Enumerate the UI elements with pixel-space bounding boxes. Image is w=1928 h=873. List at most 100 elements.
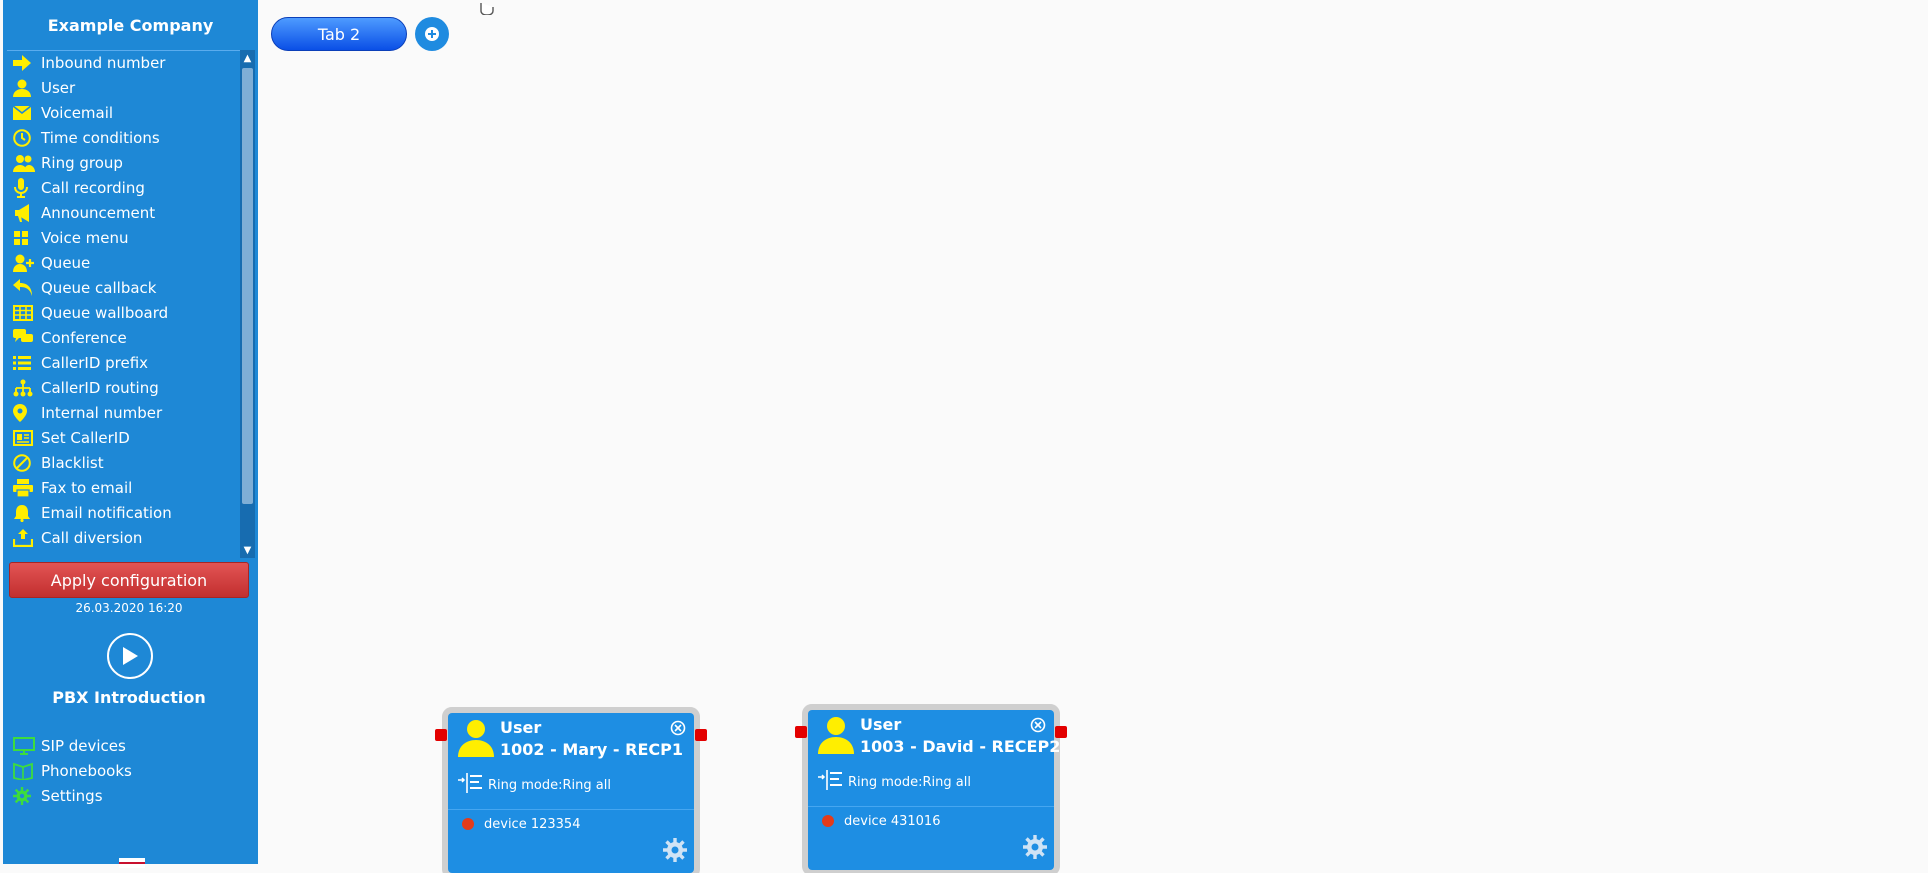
menu-item-email-notification[interactable]: Email notification	[3, 500, 255, 525]
input-port[interactable]	[435, 729, 447, 741]
menu-item-ring-group[interactable]: Ring group	[3, 150, 255, 175]
device-status-dot	[462, 818, 474, 830]
menu-item-blacklist[interactable]: Blacklist	[3, 450, 255, 475]
company-name: Example Company	[47, 15, 214, 35]
menu-item-label: Set CallerID	[41, 428, 130, 447]
arrow-right-icon	[13, 54, 41, 71]
menu-item-call-recording[interactable]: Call recording	[3, 175, 255, 200]
menu-item-label: Time conditions	[41, 128, 160, 147]
menu-item-label: Conference	[41, 328, 127, 347]
output-port[interactable]	[695, 729, 707, 741]
chevron-up-icon[interactable]: ▲	[240, 50, 255, 66]
reply-arrow-icon	[13, 278, 41, 297]
menu-item-settings[interactable]: Settings	[3, 783, 132, 808]
menu-item-label: Ring group	[41, 153, 123, 172]
device-row: device 431016	[808, 806, 1054, 835]
menu-item-sip-devices[interactable]: SIP devices	[3, 733, 132, 758]
menu-item-label: Internal number	[41, 403, 163, 422]
ring-mode-prefix: Ring mode:	[488, 777, 563, 793]
users-icon	[13, 154, 41, 172]
node-type: User	[860, 715, 902, 734]
menu-item-set-callerid[interactable]: Set CallerID	[3, 425, 255, 450]
language-flag-icon[interactable]	[119, 858, 145, 868]
close-icon[interactable]	[670, 720, 686, 740]
node-header: User 1002 - Mary - RECP1	[448, 713, 694, 761]
menu-item-label: CallerID prefix	[41, 353, 149, 372]
ban-icon	[13, 453, 41, 472]
menu-item-label: Fax to email	[41, 478, 133, 497]
node-name: 1003 - David - RECEP2	[860, 737, 1061, 756]
play-video-button[interactable]	[107, 633, 153, 679]
ring-mode-value: Ring all	[922, 774, 971, 790]
tab-2[interactable]: Tab 2	[271, 17, 407, 51]
envelope-icon	[13, 105, 41, 120]
menu-item-label: Queue	[41, 253, 91, 272]
menu-item-voice-menu[interactable]: Voice menu	[3, 225, 255, 250]
ring-mode-icon	[818, 770, 842, 794]
upload-tray-icon	[13, 528, 41, 547]
scrollbar-thumb[interactable]	[242, 68, 253, 504]
menu-scrollbar[interactable]: ▲ ▼	[240, 50, 255, 558]
user-node[interactable]: User 1003 - David - RECEP2 Ring mode: Ri…	[795, 710, 1067, 870]
menu-item-inbound-number[interactable]: Inbound number	[3, 50, 255, 75]
id-card-icon	[13, 429, 41, 446]
user-avatar-icon	[818, 716, 854, 758]
ring-mode-row: Ring mode: Ring all	[818, 770, 971, 794]
menu-item-announcement[interactable]: Announcement	[3, 200, 255, 225]
menu-item-label: User	[41, 78, 76, 97]
menu-item-fax-to-email[interactable]: Fax to email	[3, 475, 255, 500]
menu-item-conference[interactable]: Conference	[3, 325, 255, 350]
menu-item-user[interactable]: User	[3, 75, 255, 100]
input-port[interactable]	[795, 726, 807, 738]
sidebar: Example Company Inbound number User Voic…	[3, 0, 258, 868]
printer-icon	[13, 478, 41, 497]
add-tab-button[interactable]	[415, 17, 449, 51]
megaphone-icon	[13, 203, 41, 222]
gear-icon[interactable]	[1022, 834, 1048, 864]
menu-item-phonebooks[interactable]: Phonebooks	[3, 758, 132, 783]
list-icon	[13, 355, 41, 370]
menu-item-callerid-prefix[interactable]: CallerID prefix	[3, 350, 255, 375]
menu-item-callerid-routing[interactable]: CallerID routing	[3, 375, 255, 400]
menu-item-label: Email notification	[41, 503, 172, 522]
menu-item-label: SIP devices	[41, 736, 126, 755]
menu-item-queue-wallboard[interactable]: Queue wallboard	[3, 300, 255, 325]
menu-item-voicemail[interactable]: Voicemail	[3, 100, 255, 125]
microphone-icon	[13, 177, 41, 198]
menu-item-internal-number[interactable]: Internal number	[3, 400, 255, 425]
device-status-dot	[822, 815, 834, 827]
user-node[interactable]: User 1002 - Mary - RECP1 Ring mode: Ring…	[435, 713, 707, 873]
pbx-introduction-label: PBX Introduction	[52, 688, 206, 707]
gear-icon[interactable]	[662, 837, 688, 867]
device-label: device 123354	[484, 816, 581, 832]
node-type: User	[500, 718, 542, 737]
pointer-cursor-icon	[478, 0, 496, 19]
gear-icon	[13, 786, 41, 805]
menu-item-queue-callback[interactable]: Queue callback	[3, 275, 255, 300]
chevron-down-icon[interactable]: ▼	[240, 542, 255, 558]
user-avatar-icon	[458, 719, 494, 761]
device-row: device 123354	[448, 809, 694, 838]
table-icon	[13, 304, 41, 321]
bell-icon	[13, 504, 41, 522]
book-icon	[13, 762, 41, 780]
apply-configuration-button[interactable]: Apply configuration	[9, 562, 249, 598]
play-icon	[123, 647, 138, 665]
monitor-icon	[13, 736, 41, 755]
menu-item-label: Announcement	[41, 203, 156, 222]
menu-item-label: CallerID routing	[41, 378, 159, 397]
sitemap-icon	[13, 379, 41, 397]
chat-bubbles-icon	[13, 328, 41, 347]
menu-item-label: Phonebooks	[41, 761, 132, 780]
menu-item-call-diversion[interactable]: Call diversion	[3, 525, 255, 550]
menu-item-label: Settings	[41, 786, 103, 805]
menu-item-label: Voice menu	[41, 228, 129, 247]
menu-item-label: Queue wallboard	[41, 303, 169, 322]
menu-item-queue[interactable]: Queue	[3, 250, 255, 275]
close-icon[interactable]	[1030, 717, 1046, 737]
ring-mode-row: Ring mode: Ring all	[458, 773, 611, 797]
map-pin-icon	[13, 403, 41, 422]
user-plus-icon	[13, 254, 41, 272]
node-name: 1002 - Mary - RECP1	[500, 740, 683, 759]
menu-item-time-conditions[interactable]: Time conditions	[3, 125, 255, 150]
